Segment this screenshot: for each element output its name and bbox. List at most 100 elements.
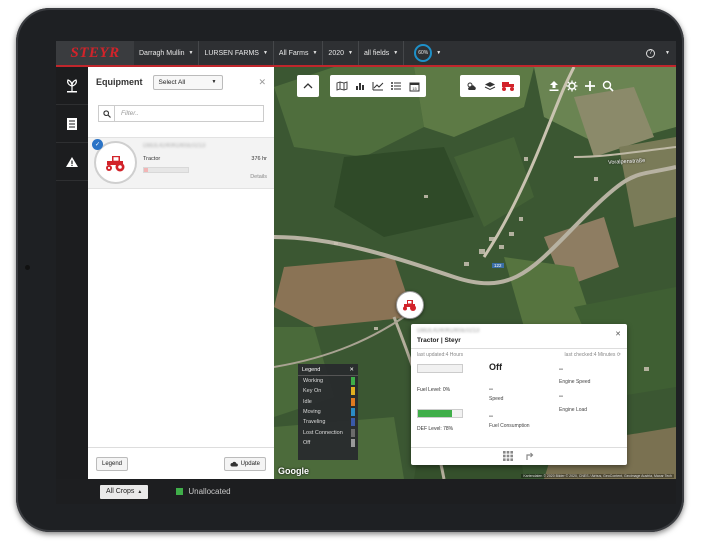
upload-icon[interactable] [545,77,563,95]
legend-item-label: Key On [303,388,322,395]
bar-chart-icon[interactable] [351,77,369,95]
tablet-frame: STEYR Darragh Mullin ▼ LURSEN FARMS ▼ All … [16,8,684,532]
legend-item: Working [298,376,358,386]
equipment-list-item[interactable]: ✓ DBDL4240KD6SE0213 Tractor 376 hr Detai… [88,137,274,189]
satellite-map[interactable]: Voralpenstraße 122 15 DBDL4240KD6SE0213 … [274,67,676,479]
engine-load-value: -- [559,394,563,400]
select-all-dropdown[interactable]: Select All ▼ [152,74,223,90]
close-icon[interactable]: ✕ [615,330,621,338]
chevron-up-icon[interactable] [300,77,316,95]
update-button[interactable]: Update [223,456,266,471]
help-icon[interactable]: ? [646,48,656,58]
legend-swatch [351,377,355,386]
weather-icon[interactable] [463,77,481,95]
last-checked: last checked:4 Minutes ⟳ [565,352,621,358]
warning-icon [66,156,78,167]
fields-selector[interactable]: all fields ▼ [359,41,405,65]
line-chart-icon[interactable] [369,77,387,95]
rail-alerts[interactable] [56,143,88,181]
def-gauge-fill [418,410,453,417]
equipment-serial: DBDL4240KD6SE0213 [143,143,206,149]
svg-text:15: 15 [412,86,417,91]
road-number-badge: 122 [492,263,504,268]
map-icon[interactable] [333,77,351,95]
legend-item-label: Moving [303,409,321,416]
directions-icon[interactable] [525,451,535,463]
legend-list: Working Key On Idle Moving Traveling Lost Con… [298,376,358,448]
chevron-down-icon: ▼ [188,50,194,56]
legend-swatch [351,387,355,396]
close-icon[interactable]: ✕ [258,77,266,88]
chevron-down-icon: ▼ [211,79,217,85]
progress-menu[interactable]: 60% ▼ [404,44,441,62]
chevron-down-icon: ▼ [312,50,318,56]
engine-speed-label: Engine Speed [559,379,591,385]
farms-scope: All Farms [278,49,309,57]
legend-item: Idle [298,397,358,407]
collapse-toolgroup [297,75,319,97]
panel-title: Equipment [96,77,143,87]
view-toolgroup: 15 [330,75,426,97]
unallocated-indicator[interactable]: Unallocated [176,487,231,496]
legend-swatch [351,438,355,447]
bottom-bar: All Crops ▲ Unallocated [56,479,676,504]
leaf-logo-icon [67,78,77,92]
legend-item-label: Working [303,378,324,385]
popup-title: Tractor | Steyr [417,337,461,344]
chevron-down-icon: ▼ [348,50,353,56]
last-updated: last updated:4 Hours [417,352,464,358]
cloud-icon [230,461,238,466]
search-icon[interactable] [599,77,617,95]
map-attribution[interactable]: Kartendaten © 2020 Bilder © 2020, CNES /… [521,474,674,478]
legend-item: Off [298,438,358,448]
legend-item: Key On [298,386,358,396]
legend-button[interactable]: Legend [96,456,129,471]
calendar-icon[interactable]: 15 [405,77,423,95]
popup-divider [411,348,627,349]
chevron-down-icon[interactable]: ▼ [665,50,670,56]
machinery-icon[interactable] [499,77,517,95]
progress-indicator: 60% [414,44,433,62]
farm-selector[interactable]: LURSEN FARMS ▼ [199,41,274,65]
speed-label: Speed [489,396,504,402]
year-value: 2020 [328,49,344,57]
all-crops-button[interactable]: All Crops ▲ [100,484,149,499]
refresh-icon[interactable]: ⟳ [617,352,621,358]
speed-value: -- [489,387,493,393]
google-logo: Google [278,466,309,476]
close-icon[interactable]: ✕ [349,367,354,373]
select-all-label: Select All [158,78,186,86]
search-icon [98,105,115,122]
def-level-label: DEF Level: 78% [417,426,454,432]
farms-scope-selector[interactable]: All Farms ▼ [274,41,324,65]
user-name: Darragh Mullin [139,49,185,57]
fuel-gauge [417,364,463,373]
equipment-fuel-bar [143,167,189,173]
details-link[interactable]: Details [250,174,267,180]
legend-header: Legend ✕ [298,364,358,376]
legend-title: Legend [302,366,321,373]
popup-footer [411,447,627,465]
filter-row: Filter.. [98,105,264,122]
tractor-map-marker[interactable] [396,291,424,319]
add-icon[interactable] [581,77,599,95]
grid-icon[interactable] [503,450,513,463]
user-menu[interactable]: Darragh Mullin ▼ [134,41,200,65]
filter-input[interactable]: Filter.. [115,105,264,122]
gear-icon[interactable] [563,77,581,95]
rail-notes[interactable] [56,105,88,143]
camera [25,265,30,270]
fuel-level-label: Fuel Level: 0% [417,387,451,393]
app-screen: STEYR Darragh Mullin ▼ LURSEN FARMS ▼ All … [56,41,676,504]
layers-icon[interactable] [481,77,499,95]
checkmark-icon[interactable]: ✓ [92,139,103,150]
list-icon[interactable] [387,77,405,95]
panel-footer: Legend Update [88,447,274,479]
legend-item-label: Idle [303,398,312,405]
year-selector[interactable]: 2020 ▼ [323,41,359,65]
all-crops-label: All Crops [106,488,135,495]
legend-panel: Legend ✕ Working Key On Idle Moving Traveling… [298,364,358,460]
popup-serial: DBDL4240KD6SE0213 [417,328,480,334]
tractor-icon [403,300,416,311]
rail-crops[interactable] [56,67,88,105]
